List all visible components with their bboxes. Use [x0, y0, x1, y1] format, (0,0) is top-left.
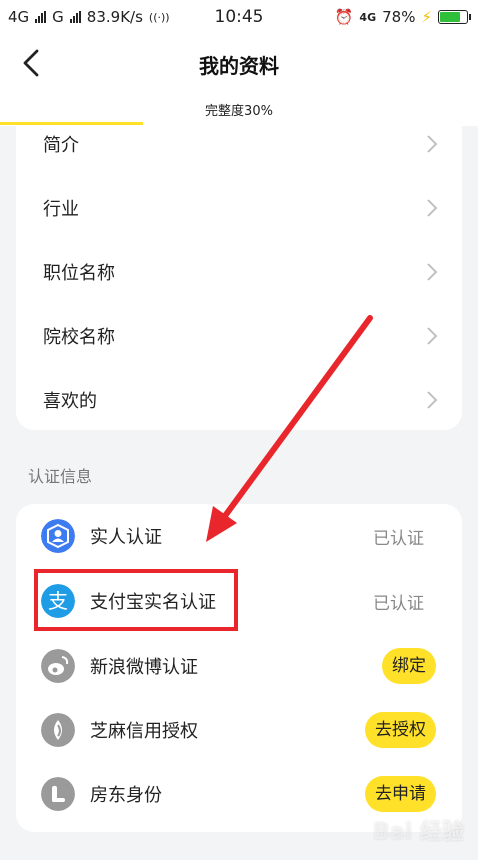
status-bar: 4G G 83.9K/s ((·)) 10:45 ⏰ 4G 78% ⚡ [0, 0, 478, 36]
alarm-icon: ⏰ [334, 8, 354, 26]
profile-items-card: 简介 行业 职位名称 院校名称 喜欢的 [16, 126, 462, 430]
profile-item-label: 院校名称 [43, 327, 115, 348]
auth-item-label: 房东身份 [90, 785, 162, 806]
chevron-right-icon [427, 135, 438, 153]
chevron-right-icon [427, 199, 438, 217]
auth-item-label: 芝麻信用授权 [90, 721, 198, 742]
bind-button[interactable]: 绑定 [382, 648, 436, 684]
page-title: 我的资料 [199, 54, 279, 78]
profile-item-label: 简介 [43, 135, 79, 156]
chevron-right-icon [427, 391, 438, 409]
landlord-icon [41, 777, 75, 811]
auth-item-sesame[interactable]: 芝麻信用授权 去授权 [16, 698, 462, 762]
chevron-right-icon [427, 327, 438, 345]
sesame-credit-icon [41, 713, 75, 747]
profile-item-label: 行业 [43, 199, 79, 220]
person-verify-icon [41, 519, 75, 553]
network-type-3: 4G [359, 10, 377, 24]
auth-section-title: 认证信息 [28, 467, 93, 486]
profile-item-job-title[interactable]: 职位名称 [16, 240, 462, 304]
profile-item-likes[interactable]: 喜欢的 [16, 368, 462, 432]
profile-item-bio[interactable]: 简介 [16, 112, 462, 176]
profile-item-label: 职位名称 [43, 263, 115, 284]
charging-icon: ⚡ [421, 8, 432, 26]
auth-item-weibo[interactable]: 新浪微博认证 绑定 [16, 634, 462, 698]
watermark: Bai 经验 [373, 820, 464, 845]
highlight-box [34, 569, 238, 631]
auth-item-label: 实人认证 [90, 527, 162, 548]
auth-item-real-person[interactable]: 实人认证 已认证 [16, 504, 462, 568]
chevron-right-icon [427, 263, 438, 281]
auth-item-label: 新浪微博认证 [90, 657, 198, 678]
apply-button[interactable]: 去申请 [365, 776, 436, 812]
profile-item-industry[interactable]: 行业 [16, 176, 462, 240]
battery-percent: 78% [382, 8, 416, 26]
authorize-button[interactable]: 去授权 [365, 712, 436, 748]
auth-status-verified: 已认证 [373, 594, 424, 614]
auth-status-verified: 已认证 [373, 529, 424, 549]
battery-icon [438, 10, 471, 24]
weibo-icon [41, 649, 75, 683]
auth-items-card: 实人认证 已认证 支 支付宝实名认证 已认证 新浪微博认证 绑定 芝麻信用授权 … [16, 504, 462, 832]
profile-item-label: 喜欢的 [43, 391, 97, 412]
profile-item-school[interactable]: 院校名称 [16, 304, 462, 368]
